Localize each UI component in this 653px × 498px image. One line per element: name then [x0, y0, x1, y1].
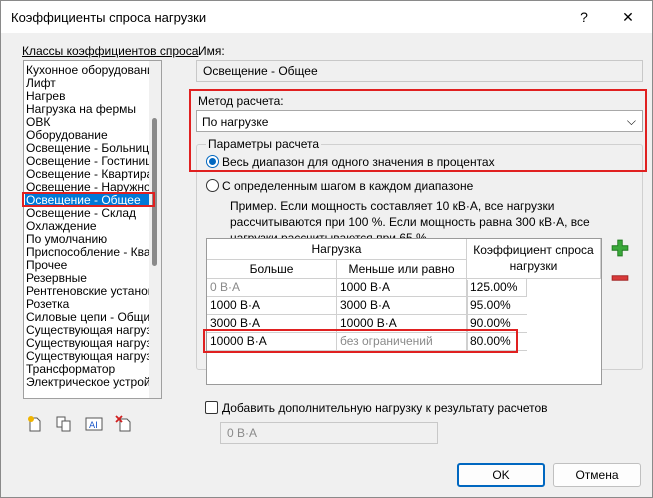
window-title: Коэффициенты спроса нагрузки — [11, 10, 207, 25]
class-list-item[interactable]: Электрическое устройств — [25, 376, 150, 389]
cell-more: 1000 В·А — [207, 297, 337, 315]
additional-load-label: Добавить дополнительную нагрузку к резул… — [222, 401, 548, 415]
cell-less[interactable]: 3000 В·А — [337, 297, 467, 315]
classes-scrollbar[interactable] — [149, 61, 161, 398]
ok-button[interactable]: OK — [457, 463, 545, 487]
class-list-item[interactable]: По умолчанию — [25, 233, 150, 246]
class-list-item[interactable]: Кухонное оборудование - — [25, 64, 150, 77]
cell-less[interactable]: 1000 В·А — [337, 279, 467, 297]
cell-more: 0 В·А — [207, 279, 337, 297]
minus-icon[interactable] — [611, 269, 629, 287]
cell-factor[interactable]: 95.00% — [467, 297, 527, 315]
class-list-item[interactable]: Приспособление - Кварти — [25, 246, 150, 259]
class-list-item[interactable]: Существующая нагрузка — [25, 350, 150, 363]
highlight-last-row — [203, 329, 518, 353]
class-list-item[interactable]: Розетка — [25, 298, 150, 311]
cancel-button[interactable]: Отмена — [553, 463, 641, 487]
duplicate-class-icon[interactable] — [55, 415, 73, 433]
additional-load-checkbox[interactable] — [205, 401, 218, 414]
plus-icon[interactable] — [611, 239, 629, 257]
highlight-method-section — [189, 89, 647, 172]
name-label: Имя: — [198, 44, 225, 58]
class-list-item[interactable]: Трансформатор — [25, 363, 150, 376]
new-class-icon[interactable] — [26, 415, 44, 433]
additional-load-field: 0 В·А — [220, 422, 438, 444]
class-list-item[interactable]: Прочее — [25, 259, 150, 272]
highlight-selected-class — [22, 192, 155, 207]
radio-step-range[interactable] — [206, 179, 219, 192]
title-bar: Коэффициенты спроса нагрузки ? ✕ — [1, 1, 652, 33]
class-list-item[interactable]: Нагрев — [25, 90, 150, 103]
classes-label: Классы коэффициентов спроса — [22, 44, 199, 58]
class-list-item[interactable]: Нагрузка на фермы — [25, 103, 150, 116]
class-list-item[interactable]: Существующая нагрузка — [25, 324, 150, 337]
class-list-item[interactable]: Силовые цепи - Общие — [25, 311, 150, 324]
class-list-item[interactable]: Существующая нагрузка — [25, 337, 150, 350]
dialog-window: Коэффициенты спроса нагрузки ? ✕ Классы … — [0, 0, 653, 498]
class-list-item[interactable]: ОВК — [25, 116, 150, 129]
header-more: Больше — [207, 260, 337, 279]
delete-class-icon[interactable] — [115, 415, 133, 433]
cell-factor[interactable]: 125.00% — [467, 279, 527, 297]
header-less-or-equal: Меньше или равно — [337, 260, 467, 279]
additional-load-value: 0 В·А — [227, 426, 258, 440]
name-field: Освещение - Общее — [196, 60, 643, 82]
header-load-group: Нагрузка — [207, 239, 467, 260]
class-list-item[interactable]: Охлаждение — [25, 220, 150, 233]
class-list-item[interactable]: Освещение - Квартира — [25, 168, 150, 181]
class-list-item[interactable]: Освещение - Больница — [25, 142, 150, 155]
class-list-item[interactable]: Освещение - Гостиница — [25, 155, 150, 168]
classes-listbox[interactable]: Кухонное оборудование - ЛифтНагревНагруз… — [23, 60, 162, 399]
class-list-item[interactable]: Освещение - Склад — [25, 207, 150, 220]
class-list-item[interactable]: Рентгеновские установки — [25, 285, 150, 298]
rename-class-icon[interactable]: AI — [85, 415, 103, 433]
name-value: Освещение - Общее — [203, 64, 318, 78]
load-table: Нагрузка Больше Меньше или равно Коэффиц… — [206, 238, 602, 385]
classes-list: Кухонное оборудование - ЛифтНагревНагруз… — [25, 64, 150, 389]
header-factor: Коэффициент спроса нагрузки — [467, 239, 601, 279]
class-list-item[interactable]: Резервные — [25, 272, 150, 285]
svg-text:AI: AI — [89, 421, 98, 431]
class-list-item[interactable]: Оборудование — [25, 129, 150, 142]
help-button[interactable]: ? — [569, 5, 599, 29]
class-list-item[interactable]: Лифт — [25, 77, 150, 90]
radio-step-range-label: С определенным шагом в каждом диапазоне — [222, 179, 474, 193]
close-button[interactable]: ✕ — [613, 5, 643, 29]
